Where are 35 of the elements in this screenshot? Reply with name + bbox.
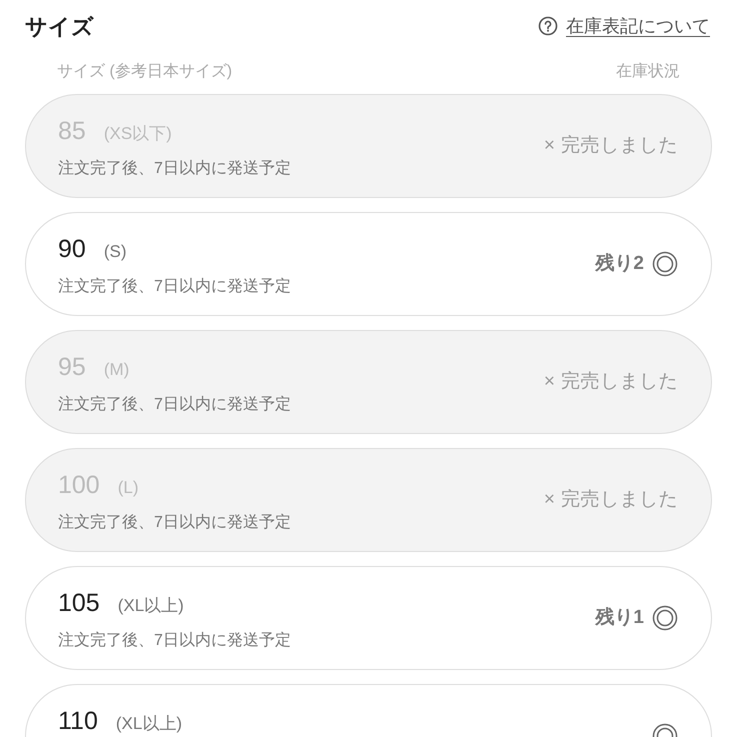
section-title: サイズ [25,12,94,40]
size-number: 100 [58,470,100,501]
size-number: 90 [58,234,86,265]
stock-status: × 完売しました [544,134,678,158]
size-number: 110 [58,706,98,737]
stock-status: 残り1 [595,606,644,630]
size-label: (XS以下) [104,123,172,145]
stock-status: × 完売しました [544,488,678,512]
shipping-note: 注文完了後、7日以内に発送予定 [58,512,291,532]
shipping-note: 注文完了後、7日以内に発送予定 [58,276,291,296]
size-option[interactable]: 100 (L) 注文完了後、7日以内に発送予定 × 完売しました [25,448,712,552]
help-icon [538,16,558,36]
size-label: (L) [118,477,138,499]
stock-status: × 完売しました [544,370,678,394]
size-option[interactable]: 85 (XS以下) 注文完了後、7日以内に発送予定 × 完売しました [25,94,712,198]
double-circle-icon [652,251,678,277]
size-label: (M) [104,359,130,381]
shipping-note: 注文完了後、7日以内に発送予定 [58,158,291,178]
column-header: サイズ (参考日本サイズ) [57,62,232,82]
column-header: 在庫状況 [616,62,680,82]
size-number: 95 [58,352,86,383]
size-option[interactable]: 95 (M) 注文完了後、7日以内に発送予定 × 完売しました [25,330,712,434]
stock-status: 残り2 [595,252,644,276]
shipping-note: 注文完了後、7日以内に発送予定 [58,394,291,414]
stock-notation-link[interactable]: 在庫表記について [538,12,710,40]
size-label: (XL以上) [118,595,184,617]
size-option[interactable]: 105 (XL以上) 注文完了後、7日以内に発送予定 残り1 [25,566,712,670]
size-label: (XL以上) [116,713,182,735]
size-number: 85 [58,116,86,147]
shipping-note: 注文完了後、7日以内に発送予定 [58,630,291,650]
size-number: 105 [58,588,100,619]
double-circle-icon [652,605,678,631]
size-label: (S) [104,241,126,263]
size-option[interactable]: 90 (S) 注文完了後、7日以内に発送予定 残り2 [25,212,712,316]
size-option[interactable]: 110 (XL以上) [25,684,712,737]
